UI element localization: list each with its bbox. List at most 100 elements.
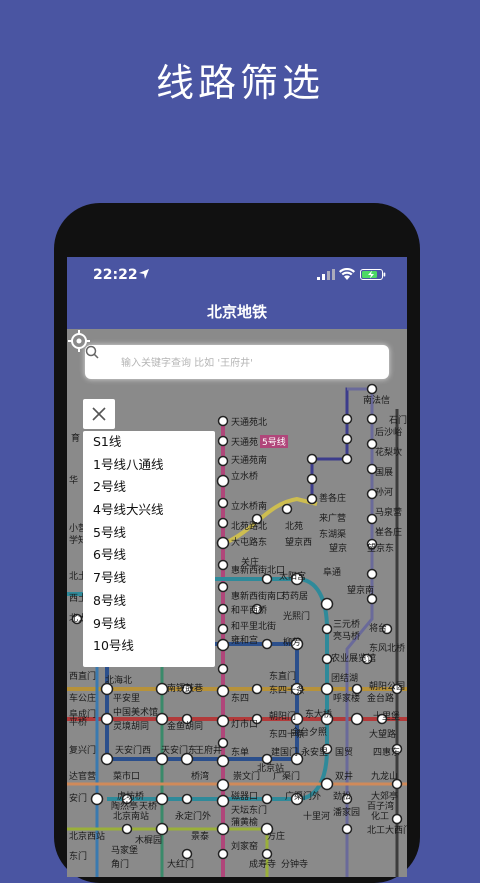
station-label[interactable]: 东大桥 [305,707,332,720]
station-label[interactable]: 方庄 [267,829,285,842]
station-label[interactable]: 建国门 [271,745,298,758]
station-label[interactable]: 永安里 [301,745,328,758]
station-label[interactable]: 惠新西街北口 [231,563,285,576]
station-label[interactable]: 东门 [69,849,87,862]
station-label[interactable]: 十里河 [303,809,330,822]
station-label[interactable]: 北苑 [285,519,303,532]
station-label[interactable]: 安门 [69,791,87,804]
station-label[interactable]: 成寿寺 [249,857,276,870]
station-label[interactable]: 马家堡 [111,843,138,856]
station-label[interactable]: 中国美术馆 [113,705,158,718]
station-label[interactable]: 车公庄 [69,691,96,704]
station-label[interactable]: 广渠门 [273,769,300,782]
station-label[interactable]: 复兴门 [69,743,96,756]
line-filter-item[interactable]: 9号线 [83,613,215,636]
station-label[interactable]: 立水桥 [231,469,258,482]
station-label[interactable]: 东直门 [269,669,296,682]
station-label[interactable]: 柳芳 [283,635,301,648]
station-label[interactable]: 马泉营 [375,505,402,518]
station-label[interactable]: 善各庄 [319,491,346,504]
station-label[interactable]: 金鱼胡同 [167,719,203,732]
station-label[interactable]: 来广营 [319,511,346,524]
search-box[interactable] [85,345,389,381]
station-label[interactable]: 呼家楼 [333,691,360,704]
station-label[interactable]: 和平里北街 [231,619,276,632]
station-label[interactable]: 角门 [111,857,129,870]
station-label[interactable]: 分钟寺 [281,857,308,870]
station-label[interactable]: 平安里 [113,691,140,704]
station-label[interactable]: 雍和宫 [231,633,258,646]
station-label[interactable]: 大红门 [167,857,194,870]
station-label[interactable]: 灯市口 [231,717,258,730]
station-label[interactable]: 永定门外 [175,809,211,822]
station-label[interactable]: 菜市口 [113,769,140,782]
station-label[interactable]: 北京南站 [113,809,149,822]
station-label[interactable]: 潘家园 [333,805,360,818]
station-label[interactable]: 南锣鼓巷 [167,681,203,694]
locate-me-icon[interactable] [67,329,91,353]
station-label[interactable]: 木樨园 [135,833,162,846]
station-label[interactable]: 十里堡 [373,709,400,722]
station-label[interactable]: 四惠东 [373,745,400,758]
station-label[interactable]: 太阳宫 [279,569,306,582]
station-label[interactable]: 大屯路东 [231,535,267,548]
station-label[interactable]: 国贸 [335,745,353,758]
station-label[interactable]: 化工 [371,809,389,822]
station-label[interactable]: 景泰 [191,829,209,842]
station-label[interactable]: 天通苑 [231,435,258,448]
station-label[interactable]: 桥湾 [191,769,209,782]
station-label[interactable]: 花梨坎 [375,445,402,458]
station-label[interactable]: 大望路 [369,727,396,740]
station-label[interactable]: 后沙峪 [375,425,402,438]
station-label[interactable]: 北苑路北 [231,519,267,532]
line-filter-item[interactable]: 2号线 [83,476,215,499]
station-label[interactable]: 东四 [231,691,249,704]
station-label[interactable]: 农业展览馆 [331,651,376,664]
station-label[interactable]: 南法信 [363,393,390,406]
station-label[interactable]: 望京东 [367,541,394,554]
subway-map[interactable]: 南法信 石门 后沙峪 天通苑北 天通苑 5号线 天通苑南 花梨坎 立水桥 国展 … [67,329,407,877]
line-filter-item[interactable]: 10号线 [83,635,215,658]
line-filter-item[interactable]: 8号线 [83,590,215,613]
station-label[interactable]: 北海北 [105,673,132,686]
search-input[interactable] [119,345,383,381]
station-label[interactable]: 团结湖 [331,671,358,684]
station-label[interactable]: 金台路 [367,691,394,704]
station-label[interactable]: 崔各庄 [375,525,402,538]
station-label[interactable]: 光熙门 [283,609,310,622]
station-label[interactable]: 磁器口 [231,789,258,802]
station-label[interactable]: 东湖渠 [319,527,346,540]
station-label[interactable]: 东四十条 [269,683,305,696]
station-label[interactable]: 劲松 [333,789,351,802]
station-label[interactable]: 华 [69,473,78,486]
station-label[interactable]: 朝阳公园 [369,679,405,692]
station-label[interactable]: 惠新西街南口 [231,589,285,602]
station-label[interactable]: 天通苑北 [231,415,267,428]
station-label[interactable]: 孙河 [375,485,393,498]
station-label[interactable]: 灵境胡同 [113,719,149,732]
station-label[interactable]: 双井 [335,769,353,782]
station-label[interactable]: 北京西站 [69,829,105,842]
station-label[interactable]: 刘家窑 [231,839,258,852]
station-label[interactable]: 天安门西 [115,743,151,756]
station-label[interactable]: 望京西 [285,535,312,548]
station-label[interactable]: 芍药居 [281,589,308,602]
station-label[interactable]: 阜成门 [69,707,96,720]
station-label[interactable]: 东单 [231,745,249,758]
station-label[interactable]: 育 [71,431,80,444]
station-label[interactable]: 九龙山 [371,769,398,782]
station-label[interactable]: 金台夕照 [291,725,327,738]
station-label[interactable]: 崇文门 [233,769,260,782]
station-label[interactable]: 西直门 [69,669,96,682]
station-label[interactable]: 阜通 [323,565,341,578]
station-label[interactable]: 国展 [375,465,393,478]
station-label[interactable]: 立水桥南 [231,499,267,512]
station-label[interactable]: 亮马桥 [333,629,360,642]
line-filter-item[interactable]: 4号线大兴线 [83,499,215,522]
line-filter-item[interactable]: 7号线 [83,567,215,590]
line-filter-item[interactable]: 6号线 [83,544,215,567]
line-filter-item[interactable]: 1号线八通线 [83,454,215,477]
station-label[interactable]: 达官营 [69,769,96,782]
station-label[interactable]: 王府井 [195,743,222,756]
station-label[interactable]: 望京南 [347,583,374,596]
